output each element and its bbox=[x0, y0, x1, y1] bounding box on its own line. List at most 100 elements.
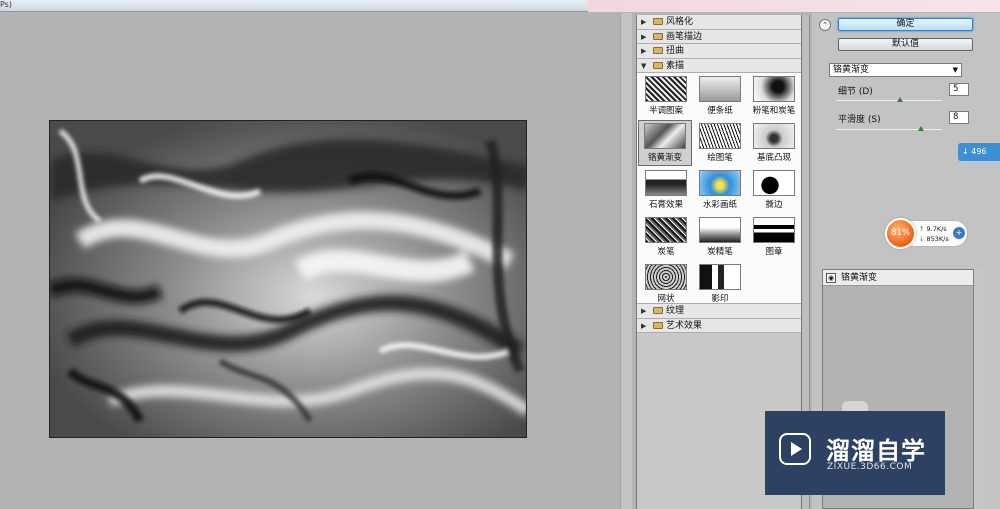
ok-button[interactable]: 确定 bbox=[838, 18, 973, 31]
layer-name: 铬黄渐变 bbox=[841, 273, 878, 283]
folder-open-icon bbox=[653, 61, 663, 69]
filter-preview bbox=[753, 217, 795, 243]
smoothness-input[interactable]: 8 bbox=[949, 111, 969, 124]
download-badge-text: ↓ 496 bbox=[962, 147, 987, 156]
filter-thumb[interactable]: 网状 bbox=[640, 262, 692, 306]
category-stylize[interactable]: ▶ 风格化 bbox=[637, 15, 801, 30]
filter-thumb[interactable]: 撕边 bbox=[748, 168, 800, 212]
filter-label: 影印 bbox=[711, 294, 729, 304]
filter-thumb[interactable]: 炭精笔 bbox=[694, 215, 746, 259]
filter-label: 绘图笔 bbox=[707, 153, 733, 163]
filter-preview bbox=[753, 76, 795, 102]
filter-thumb-selected[interactable]: 铬黄渐变 bbox=[638, 120, 692, 166]
filter-preview bbox=[645, 170, 687, 196]
filter-thumb[interactable]: 半调图案 bbox=[640, 74, 692, 118]
category-label: 画笔描边 bbox=[666, 31, 703, 42]
filter-label: 石膏效果 bbox=[648, 200, 683, 210]
filter-label: 基底凸现 bbox=[756, 153, 791, 163]
play-triangle bbox=[791, 442, 802, 456]
filter-preview bbox=[699, 264, 741, 290]
category-label: 纹理 bbox=[666, 306, 685, 316]
filter-label: 水彩画纸 bbox=[702, 200, 737, 210]
category-label: 扭曲 bbox=[666, 46, 685, 56]
category-artistic[interactable]: ▶ 艺术效果 bbox=[637, 318, 801, 333]
expand-arrow-icon: ▶ bbox=[641, 18, 647, 26]
default-button[interactable]: 默认值 bbox=[838, 38, 973, 51]
download-arrow-icon: ↓ bbox=[919, 235, 927, 243]
filter-label: 图章 bbox=[765, 247, 783, 257]
download-speed: ↓ 853K/s bbox=[919, 235, 949, 243]
filter-label: 炭精笔 bbox=[707, 247, 733, 257]
folder-icon bbox=[653, 307, 663, 314]
filter-thumb[interactable]: 粉笔和炭笔 bbox=[748, 74, 800, 118]
filter-select-value: 铬黄渐变 bbox=[833, 65, 870, 75]
filter-thumb[interactable]: 绘图笔 bbox=[694, 121, 746, 165]
chevron-down-icon: ▼ bbox=[952, 66, 958, 74]
detail-input[interactable]: 5 bbox=[949, 83, 969, 96]
filter-thumb[interactable]: 基底凸现 bbox=[748, 121, 800, 165]
filter-preview bbox=[699, 217, 741, 243]
play-logo-icon bbox=[779, 433, 811, 465]
title-strip-accent bbox=[588, 0, 1000, 12]
filter-thumb[interactable]: 炭笔 bbox=[640, 215, 692, 259]
filter-label: 炭笔 bbox=[657, 247, 675, 257]
filter-select[interactable]: 铬黄渐变 ▼ bbox=[829, 63, 962, 77]
detail-label: 细节 (D) bbox=[838, 87, 873, 97]
filter-label: 网状 bbox=[657, 294, 675, 304]
expand-arrow-icon: ▶ bbox=[641, 321, 647, 330]
folder-icon bbox=[653, 321, 663, 329]
download-speed-value: 853K/s bbox=[926, 235, 949, 243]
preview-area[interactable] bbox=[0, 13, 632, 509]
filter-thumbnails: 半调图案 便条纸 粉笔和炭笔 铬黄渐变 绘图笔 基底凸现 石膏效果 水彩画纸 撕… bbox=[637, 73, 801, 304]
filter-thumb[interactable]: 便条纸 bbox=[694, 74, 746, 118]
filter-preview bbox=[644, 123, 686, 149]
preview-scrollbar[interactable] bbox=[620, 13, 632, 509]
window-title-fragment: Ps) bbox=[0, 0, 12, 9]
category-label: 风格化 bbox=[666, 17, 694, 27]
collapse-gallery-button[interactable]: ⌃ bbox=[819, 19, 831, 31]
expand-arrow-icon: ▶ bbox=[641, 307, 647, 315]
filter-preview bbox=[645, 76, 687, 102]
download-badge[interactable]: ↓ 496 bbox=[958, 143, 1000, 161]
category-distort[interactable]: ▶ 扭曲 bbox=[637, 44, 801, 59]
filter-label: 撕边 bbox=[765, 200, 783, 210]
filter-preview bbox=[645, 217, 687, 243]
filter-thumb[interactable]: 影印 bbox=[694, 262, 746, 306]
expand-arrow-icon: ▶ bbox=[641, 32, 647, 41]
category-sketch[interactable]: ▼ 素描 bbox=[637, 58, 801, 73]
filter-label: 便条纸 bbox=[707, 106, 733, 116]
category-brush-strokes[interactable]: ▶ 画笔描边 bbox=[637, 29, 801, 44]
collapse-arrow-icon: ▼ bbox=[641, 61, 647, 70]
category-texture[interactable]: ▶ 纹理 bbox=[637, 304, 801, 319]
watermark-title: 溜溜自学 bbox=[826, 437, 926, 465]
upload-arrow-icon: ↑ bbox=[919, 225, 927, 233]
layers-scrollbar[interactable] bbox=[974, 269, 984, 509]
chrome-preview-image bbox=[49, 120, 527, 438]
filter-label: 半调图案 bbox=[648, 106, 683, 116]
detail-slider-knob[interactable] bbox=[896, 97, 903, 102]
memory-ball[interactable]: 81% bbox=[885, 218, 916, 249]
filter-preview bbox=[645, 264, 687, 290]
smoothness-slider[interactable] bbox=[836, 129, 942, 130]
filter-thumb[interactable]: 图章 bbox=[748, 215, 800, 259]
category-label: 素描 bbox=[666, 60, 685, 71]
filter-label: 粉笔和炭笔 bbox=[752, 106, 796, 116]
upload-speed: ↑ 9.7K/s bbox=[919, 225, 947, 233]
folder-icon bbox=[653, 32, 663, 40]
filter-preview bbox=[699, 123, 741, 149]
filter-preview bbox=[699, 76, 741, 102]
detail-slider[interactable] bbox=[836, 100, 942, 101]
filter-thumb[interactable]: 水彩画纸 bbox=[694, 168, 746, 212]
folder-icon bbox=[653, 47, 663, 54]
eye-icon[interactable]: ◉ bbox=[826, 273, 836, 283]
effect-layer-row[interactable]: ◉ 铬黄渐变 bbox=[823, 270, 973, 286]
category-label: 艺术效果 bbox=[666, 320, 703, 331]
upload-speed-value: 9.7K/s bbox=[926, 225, 947, 233]
filter-preview bbox=[699, 170, 741, 196]
smoothness-label: 平滑度 (S) bbox=[838, 115, 881, 125]
add-icon[interactable]: + bbox=[953, 227, 965, 239]
filter-preview bbox=[753, 123, 795, 149]
filter-thumb[interactable]: 石膏效果 bbox=[640, 168, 692, 212]
title-strip: Ps) bbox=[0, 0, 1000, 12]
smoothness-slider-knob[interactable] bbox=[917, 126, 924, 131]
